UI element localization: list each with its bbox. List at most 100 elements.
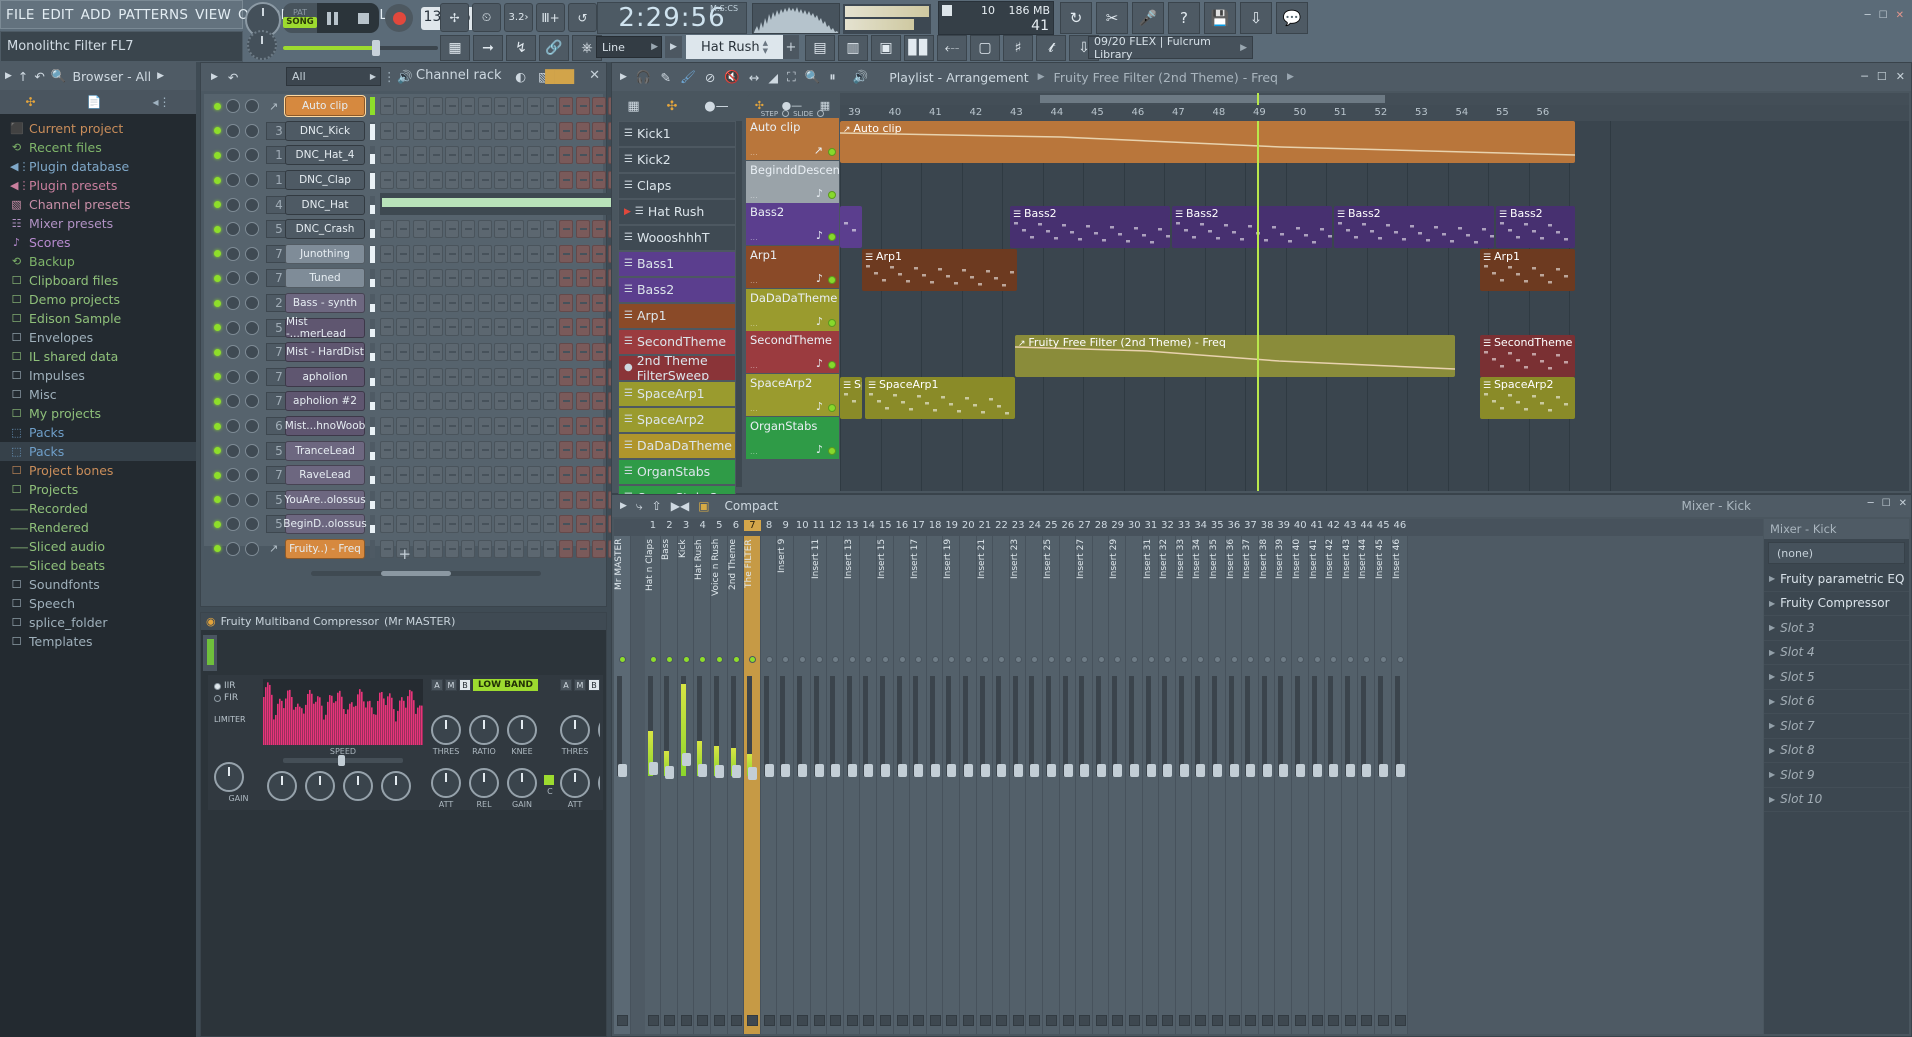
playlist-canvas[interactable]: 39 40 41 42 43 44 45 46 47 48 49 50 51 52 53 54 55 56 ↗ A… bbox=[840, 93, 1909, 491]
mixer-strip[interactable] bbox=[993, 536, 1010, 1034]
step-button[interactable] bbox=[412, 97, 427, 115]
step-button[interactable] bbox=[380, 490, 394, 509]
channel-volume-knob[interactable] bbox=[245, 369, 259, 384]
step-button[interactable] bbox=[396, 392, 411, 411]
step-button[interactable] bbox=[396, 121, 411, 140]
browser-item-backup[interactable]: ⟲ Backup bbox=[0, 252, 196, 271]
channel-name-button[interactable]: DNC_Clap bbox=[285, 170, 365, 191]
browser-item-packs[interactable]: ⬚ Packs bbox=[0, 423, 196, 442]
step-button[interactable] bbox=[526, 170, 541, 189]
step-button[interactable] bbox=[461, 490, 476, 509]
mixer-strip-fader[interactable] bbox=[1279, 764, 1289, 777]
mixer-strip-route-button[interactable] bbox=[1295, 1015, 1306, 1026]
step-button[interactable] bbox=[428, 97, 443, 115]
mixer-strip-led[interactable] bbox=[1031, 656, 1039, 663]
effect-slot[interactable]: ▶ Slot 3 bbox=[1764, 616, 1909, 641]
step-button[interactable] bbox=[494, 367, 509, 386]
playlist-clip[interactable]: ☰ SpaceArp1 bbox=[865, 377, 1015, 420]
mixer-strip[interactable]: Insert 19 bbox=[943, 536, 960, 1034]
mixer-track-number[interactable]: 5 bbox=[711, 520, 728, 531]
mixer-strip[interactable]: Insert 15 bbox=[877, 536, 894, 1034]
channel-volume-knob[interactable] bbox=[245, 296, 259, 311]
mixer-strip-route-button[interactable] bbox=[747, 1015, 759, 1026]
plugin-window-header[interactable]: ◉ Fruity Multiband Compressor (Mr MASTER… bbox=[201, 613, 606, 630]
step-button[interactable] bbox=[510, 97, 525, 115]
mixer-minimize-icon[interactable]: ─ bbox=[1868, 498, 1874, 509]
step-button[interactable] bbox=[428, 293, 443, 312]
step-button[interactable] bbox=[477, 490, 492, 509]
note-icon[interactable]: ♪ bbox=[816, 315, 823, 328]
mixer-track-number[interactable]: 3 bbox=[678, 520, 695, 531]
step-button[interactable] bbox=[461, 392, 476, 411]
step-button[interactable] bbox=[380, 146, 394, 165]
mixer-strip-route-button[interactable] bbox=[664, 1015, 676, 1026]
mixer-track-number[interactable]: 40 bbox=[1292, 520, 1309, 531]
channel-name-button[interactable]: DNC_Crash bbox=[285, 219, 365, 240]
channel-volume-knob[interactable] bbox=[245, 492, 259, 507]
slip-tool-icon[interactable]: ↔ bbox=[749, 70, 759, 85]
step-button[interactable] bbox=[591, 441, 606, 460]
step-button[interactable] bbox=[428, 146, 443, 165]
step-button[interactable] bbox=[461, 539, 476, 558]
step-button[interactable] bbox=[510, 146, 525, 165]
step-button[interactable] bbox=[494, 342, 509, 361]
step-button[interactable] bbox=[526, 146, 541, 165]
step-button[interactable] bbox=[477, 170, 492, 189]
step-button[interactable] bbox=[542, 441, 557, 460]
step-button[interactable] bbox=[542, 146, 557, 165]
step-button[interactable] bbox=[477, 146, 492, 165]
mixer-strip-fader[interactable] bbox=[764, 764, 774, 777]
plugin-picker-icon[interactable]: ▢ bbox=[970, 35, 1000, 61]
note-icon[interactable]: ♪ bbox=[816, 443, 823, 456]
step-button[interactable] bbox=[477, 219, 492, 238]
mixer-strip-route-button[interactable] bbox=[963, 1015, 974, 1026]
mixer-strip[interactable]: Hat Rush bbox=[694, 536, 711, 1034]
track-enable-led[interactable] bbox=[828, 361, 836, 370]
mixer-strip-fader[interactable] bbox=[1047, 764, 1056, 777]
step-button[interactable] bbox=[542, 342, 557, 361]
mixer-track-number[interactable]: 35 bbox=[1209, 520, 1226, 531]
browser-item-recorded[interactable]: ⸺ Recorded bbox=[0, 499, 196, 518]
channel-row[interactable]: 7 RaveLead bbox=[204, 463, 769, 488]
step-button[interactable] bbox=[542, 293, 557, 312]
mixer-strip-route-button[interactable] bbox=[863, 1015, 875, 1026]
step-button[interactable] bbox=[494, 515, 509, 534]
step-button[interactable] bbox=[380, 515, 394, 534]
mixer-strip-led[interactable] bbox=[998, 656, 1006, 663]
mixer-strip[interactable]: Insert 21 bbox=[976, 536, 994, 1034]
mixer-strip[interactable] bbox=[926, 536, 944, 1034]
mixer-track-number[interactable]: 33 bbox=[1176, 520, 1193, 531]
step-button[interactable] bbox=[575, 416, 590, 435]
channel-volume-knob[interactable] bbox=[245, 541, 259, 556]
channel-name-button[interactable]: Auto clip bbox=[285, 96, 365, 117]
automation-icon[interactable]: ↗ bbox=[814, 144, 823, 157]
record-button[interactable] bbox=[385, 4, 413, 32]
channel-pan-knob[interactable] bbox=[226, 320, 240, 335]
step-button[interactable] bbox=[445, 146, 460, 165]
channel-volume-knob[interactable] bbox=[245, 173, 259, 188]
step-button[interactable] bbox=[380, 441, 394, 460]
step-button[interactable] bbox=[396, 146, 411, 165]
mixer-strip-fader[interactable] bbox=[1113, 764, 1123, 777]
step-button[interactable] bbox=[477, 441, 492, 460]
mixer-strip-route-button[interactable] bbox=[846, 1015, 858, 1026]
mixer-strip-route-button[interactable] bbox=[1095, 1015, 1107, 1026]
step-button[interactable] bbox=[575, 293, 590, 312]
mixer-strip-fader[interactable] bbox=[665, 766, 675, 779]
rel-knob[interactable] bbox=[469, 768, 499, 798]
effect-slot[interactable]: ▶ Slot 8 bbox=[1764, 739, 1909, 763]
track-enable-led[interactable] bbox=[828, 446, 836, 455]
mixer-strip[interactable]: Insert 27 bbox=[1076, 536, 1093, 1034]
mixer-track-number[interactable]: 11 bbox=[811, 520, 828, 531]
playlist-menu-chevron-icon[interactable]: ▶ bbox=[620, 72, 627, 82]
mixer-strip-fader[interactable] bbox=[997, 764, 1007, 777]
step-button[interactable] bbox=[396, 515, 411, 534]
browser-back-icon[interactable]: ↶ bbox=[34, 69, 44, 84]
add-channel-button[interactable]: + bbox=[399, 545, 412, 563]
channel-pan-knob[interactable] bbox=[226, 541, 240, 556]
mixer-strip-fader[interactable] bbox=[1080, 764, 1090, 777]
menu-item-add[interactable]: ADD bbox=[81, 7, 112, 23]
step-button[interactable] bbox=[526, 97, 541, 115]
step-button[interactable] bbox=[412, 219, 427, 238]
mixer-strip[interactable]: Insert 39 bbox=[1275, 536, 1292, 1034]
